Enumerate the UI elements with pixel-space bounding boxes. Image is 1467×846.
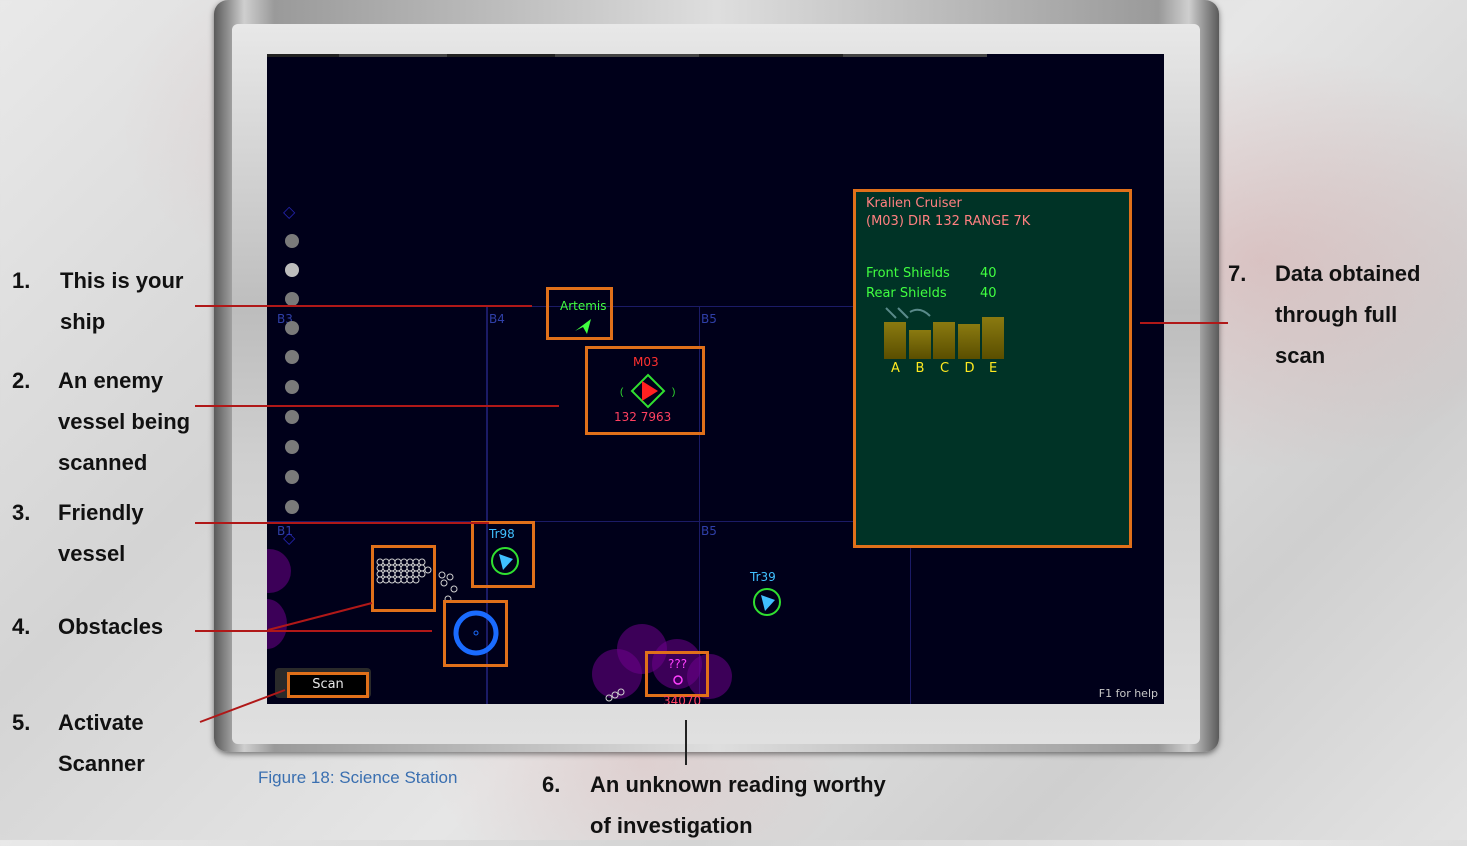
enemy-label: M03: [633, 355, 659, 369]
callout-number: 4.: [12, 614, 31, 639]
frequency-label: D: [964, 361, 975, 376]
frequency-bar: [982, 317, 1004, 359]
callout-leader-line: [195, 305, 532, 307]
callout-number: 3.: [12, 500, 31, 525]
frequency-bar: [933, 322, 955, 359]
callout-line: vessel being: [58, 409, 191, 434]
front-shields-value: 40: [980, 266, 997, 281]
callout-leader-line: [1140, 322, 1228, 324]
callout-leader-line: [195, 522, 489, 524]
callout-line: vessel: [58, 541, 126, 566]
zoom-slider-dot[interactable]: [285, 380, 299, 394]
svg-text:): ): [672, 387, 675, 398]
svg-text:(: (: [620, 387, 624, 398]
friendly-ship-icon[interactable]: [752, 587, 782, 617]
zoom-slider-dot[interactable]: [285, 321, 299, 335]
zoom-slider-dot[interactable]: [285, 263, 299, 277]
friendly-label: Tr98: [489, 527, 515, 541]
black-hole-icon: [453, 610, 499, 656]
callout-leader-line: [195, 630, 432, 632]
zoom-slider-dot[interactable]: [285, 292, 299, 306]
zoom-slider-dot[interactable]: [285, 410, 299, 424]
friendly-ship-icon: [491, 547, 519, 575]
unknown-reading-highlight[interactable]: ???: [645, 651, 709, 697]
black-hole-highlight[interactable]: [443, 600, 508, 667]
callout-line: Obstacles: [58, 614, 164, 639]
sector-label: B4: [489, 312, 505, 326]
frequency-label: E: [989, 361, 998, 376]
frequency-bar: [957, 324, 980, 359]
nebula: [267, 549, 291, 593]
zoom-down-icon[interactable]: ◇: [283, 528, 295, 548]
rear-shields-label: Rear Shields: [866, 286, 947, 301]
callout-text: Friendly vessel: [58, 492, 144, 574]
callout-text: Data obtained through full scan: [1275, 253, 1420, 376]
frequency-label: B: [915, 361, 925, 376]
zoom-slider-dot[interactable]: [285, 234, 299, 248]
friendly-vessel-highlight[interactable]: Tr98: [471, 521, 535, 588]
sector-label: B5: [701, 524, 717, 538]
frequency-bar: [908, 330, 931, 359]
callout-text: This is your ship: [60, 260, 183, 342]
callout-line: Data obtained: [1275, 261, 1421, 286]
callout-text: Obstacles: [58, 606, 163, 647]
asteroid-field-icon: [376, 558, 432, 584]
callout-line: ship: [60, 309, 106, 334]
sector-label: B5: [701, 312, 717, 326]
frequency-label: C: [940, 361, 950, 376]
zoom-up-icon[interactable]: ◇: [283, 202, 295, 222]
enemy-ship-icon: ( ): [620, 373, 675, 409]
callout-line: This is your: [60, 268, 184, 293]
callout-number: 5.: [12, 710, 31, 735]
own-ship-highlight[interactable]: Artemis: [546, 287, 613, 340]
callout-number: 2.: [12, 368, 31, 393]
zoom-slider-dot[interactable]: [285, 350, 299, 364]
callout-text: Activate Scanner: [58, 702, 145, 784]
help-hint: F1 for help: [1098, 687, 1158, 700]
friendly-label: Tr39: [750, 570, 776, 584]
top-status-bar: [267, 54, 987, 57]
rear-shields-value: 40: [980, 286, 997, 301]
front-shields-label: Front Shields: [866, 266, 950, 281]
unknown-readout: 34070: [663, 694, 702, 704]
asteroid-scatter: [605, 688, 625, 702]
science-station-screen[interactable]: B3 B4 B5 B1 B5 ◇ ◇ Artemis M03 ( ) 132 7…: [267, 54, 1164, 704]
zoom-slider-dot[interactable]: [285, 440, 299, 454]
callout-number: 1.: [12, 268, 31, 293]
callout-text: An enemy vessel being scanned: [58, 360, 190, 483]
frequency-marker-icon: [885, 307, 931, 319]
callout-line: An unknown reading worthy: [590, 772, 886, 797]
unknown-contact-icon: [673, 675, 683, 685]
callout-number: 7.: [1228, 261, 1247, 286]
scan-target-name: Kralien Cruiser: [866, 196, 962, 211]
own-ship-label: Artemis: [560, 299, 607, 313]
scan-data-panel: Kralien Cruiser (M03) DIR 132 RANGE 7K F…: [853, 189, 1132, 548]
nebula: [267, 599, 287, 649]
zoom-slider-dot[interactable]: [285, 500, 299, 514]
callout-line: Scanner: [58, 751, 145, 776]
enemy-highlight[interactable]: M03 ( ) 132 7963: [585, 346, 705, 435]
callout-line: scanned: [58, 450, 148, 475]
callout-line: Friendly: [58, 500, 144, 525]
callout-line: through full: [1275, 302, 1398, 327]
own-ship-icon: [575, 319, 591, 334]
callout-number: 6.: [542, 772, 561, 797]
callout-leader-line: [195, 405, 559, 407]
unknown-label: ???: [668, 657, 688, 671]
asteroid-field-highlight[interactable]: [371, 545, 436, 612]
callout-line: scan: [1275, 343, 1326, 368]
callout-line: Activate: [58, 710, 144, 735]
enemy-readout: 132 7963: [614, 410, 672, 424]
frequency-label: A: [891, 361, 900, 376]
scan-target-info: (M03) DIR 132 RANGE 7K: [866, 214, 1031, 229]
zoom-slider-dot[interactable]: [285, 470, 299, 484]
figure-caption: Figure 18: Science Station: [258, 768, 458, 787]
frequency-bar: [884, 322, 906, 359]
callout-text: An unknown reading worthy of investigatio…: [590, 764, 886, 846]
scan-button[interactable]: Scan: [287, 672, 369, 698]
callout-line: An enemy: [58, 368, 164, 393]
